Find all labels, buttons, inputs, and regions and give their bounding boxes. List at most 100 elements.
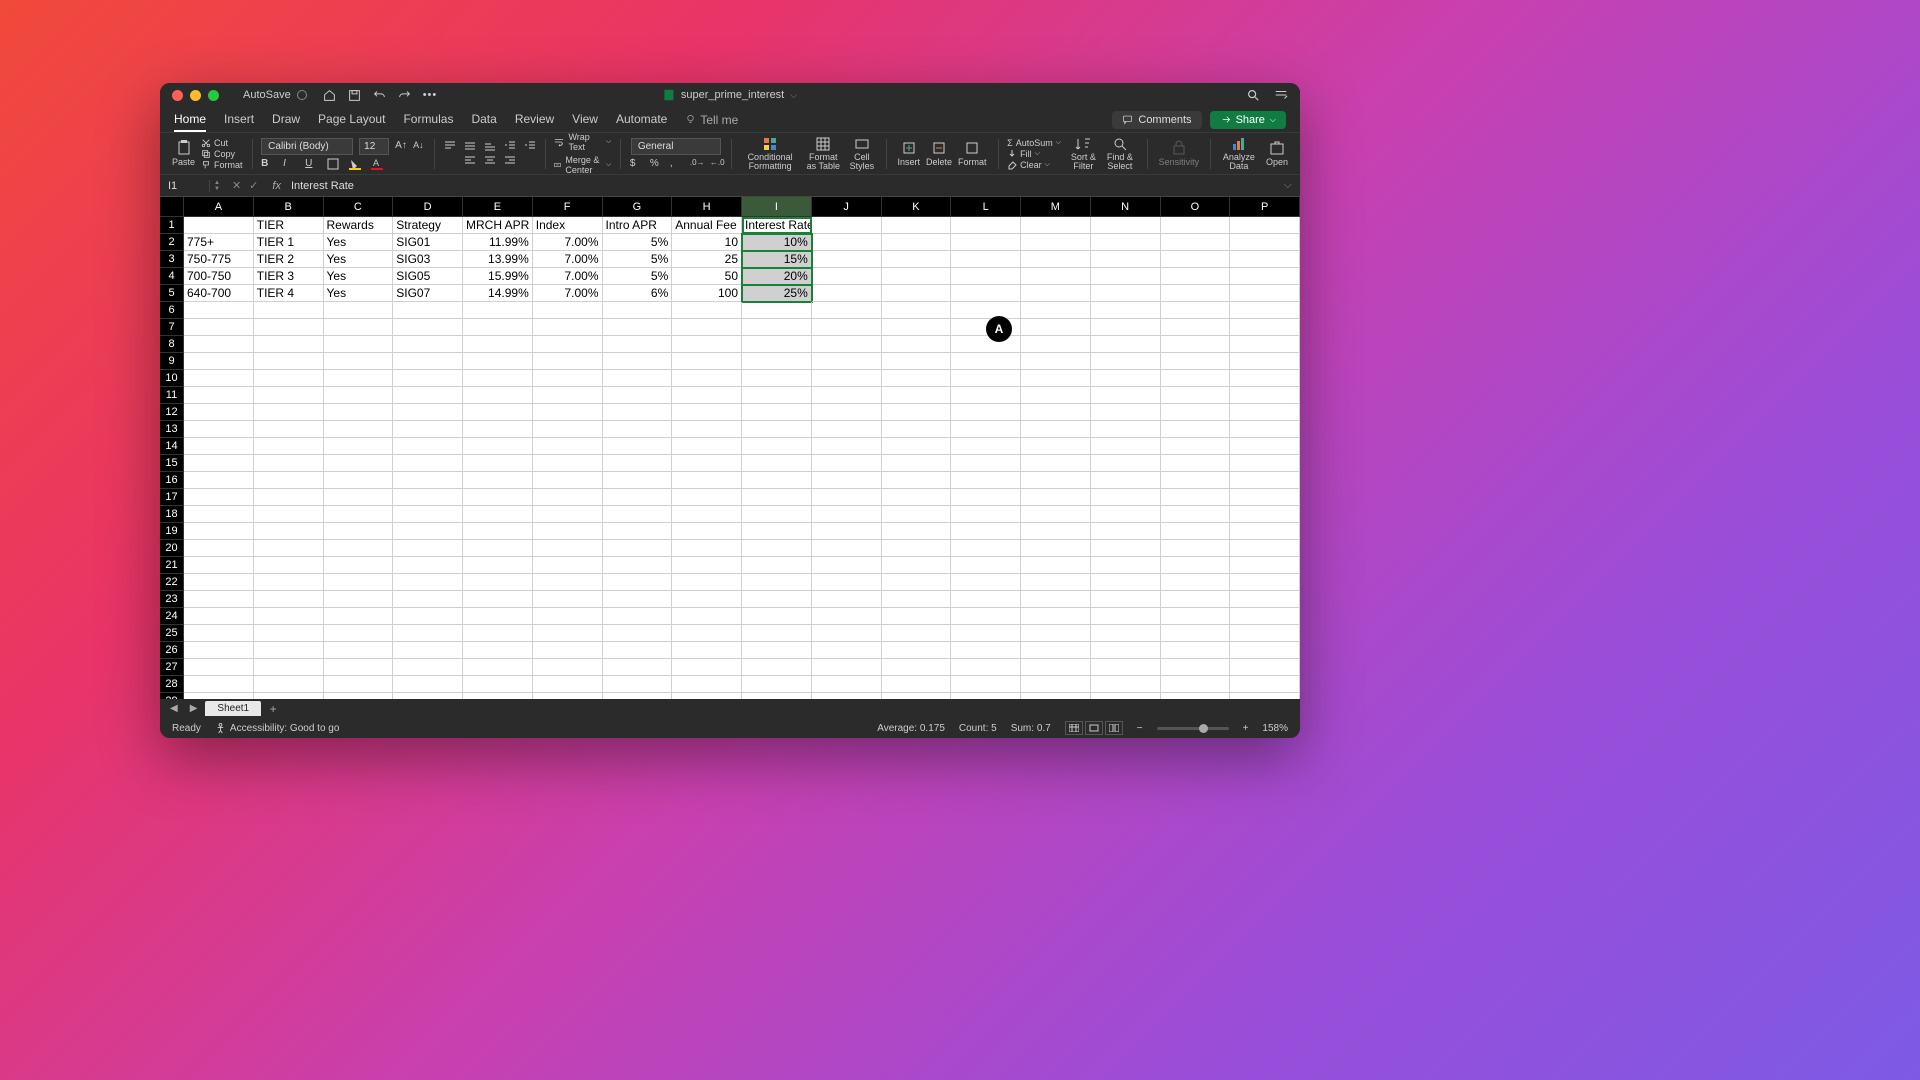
cell[interactable]: 5%	[603, 234, 673, 251]
cell[interactable]	[951, 234, 1021, 251]
cell[interactable]	[742, 319, 812, 336]
cell[interactable]	[1230, 523, 1300, 540]
cell[interactable]	[393, 625, 463, 642]
cell[interactable]	[1161, 659, 1231, 676]
cell[interactable]	[1091, 302, 1161, 319]
cell[interactable]: Annual Fee	[672, 217, 742, 234]
cell[interactable]	[324, 489, 394, 506]
cell[interactable]	[882, 642, 952, 659]
cell[interactable]	[742, 353, 812, 370]
cell[interactable]	[882, 574, 952, 591]
cell[interactable]	[324, 472, 394, 489]
cell[interactable]: 775+	[184, 234, 254, 251]
cell[interactable]	[1230, 421, 1300, 438]
cell[interactable]	[393, 591, 463, 608]
row-header[interactable]: 9	[160, 353, 184, 370]
cell[interactable]	[951, 336, 1021, 353]
cell[interactable]	[1161, 319, 1231, 336]
open-addins-button[interactable]: Open	[1264, 140, 1290, 167]
cell[interactable]	[1021, 591, 1091, 608]
cell[interactable]	[742, 489, 812, 506]
cell[interactable]	[1230, 336, 1300, 353]
cell[interactable]	[1230, 268, 1300, 285]
cell[interactable]	[184, 659, 254, 676]
cell[interactable]	[184, 387, 254, 404]
cell[interactable]	[1230, 404, 1300, 421]
cell[interactable]	[1091, 336, 1161, 353]
cell[interactable]	[812, 659, 882, 676]
cell[interactable]	[1161, 421, 1231, 438]
cell[interactable]	[1021, 234, 1091, 251]
cell[interactable]	[672, 574, 742, 591]
cell[interactable]	[603, 574, 673, 591]
cell[interactable]	[1161, 472, 1231, 489]
cell[interactable]	[254, 591, 324, 608]
cell[interactable]	[533, 319, 603, 336]
cell[interactable]	[463, 302, 533, 319]
cell[interactable]	[533, 676, 603, 693]
cell[interactable]	[951, 387, 1021, 404]
cell[interactable]: Interest Rate	[742, 217, 812, 234]
cell[interactable]	[1021, 387, 1091, 404]
page-layout-view-icon[interactable]	[1085, 721, 1103, 735]
insert-cells-button[interactable]: Insert	[895, 140, 922, 167]
cell[interactable]	[393, 574, 463, 591]
autosum-button[interactable]: ΣAutoSum⌵	[1007, 138, 1061, 148]
tab-home[interactable]: Home	[174, 108, 206, 132]
align-top-icon[interactable]	[444, 140, 456, 152]
tab-automate[interactable]: Automate	[616, 108, 667, 132]
cell[interactable]	[603, 336, 673, 353]
formula-input[interactable]: Interest Rate	[287, 180, 1276, 192]
cell[interactable]	[882, 506, 952, 523]
cell[interactable]	[533, 574, 603, 591]
cell[interactable]	[463, 319, 533, 336]
cell[interactable]	[672, 404, 742, 421]
cell[interactable]	[951, 285, 1021, 302]
cell[interactable]	[882, 557, 952, 574]
cell[interactable]: 100	[672, 285, 742, 302]
cell[interactable]	[1091, 489, 1161, 506]
tab-insert[interactable]: Insert	[224, 108, 254, 132]
row-header[interactable]: 12	[160, 404, 184, 421]
cell[interactable]	[254, 659, 324, 676]
cell[interactable]	[951, 557, 1021, 574]
cell[interactable]	[1230, 574, 1300, 591]
cell[interactable]	[882, 421, 952, 438]
cell[interactable]: SIG07	[393, 285, 463, 302]
cell[interactable]	[742, 472, 812, 489]
cell[interactable]	[533, 421, 603, 438]
cell[interactable]	[1021, 642, 1091, 659]
cell[interactable]	[1091, 472, 1161, 489]
undo-icon[interactable]	[373, 89, 386, 102]
cell[interactable]	[1091, 625, 1161, 642]
cell[interactable]	[951, 251, 1021, 268]
cell[interactable]	[672, 540, 742, 557]
cell[interactable]	[1091, 659, 1161, 676]
zoom-in-button[interactable]: +	[1243, 723, 1249, 734]
cell[interactable]	[1091, 234, 1161, 251]
cell[interactable]	[672, 506, 742, 523]
font-color-icon[interactable]: A	[371, 158, 383, 170]
cell[interactable]	[1161, 608, 1231, 625]
cell[interactable]	[1021, 676, 1091, 693]
cell[interactable]: Yes	[324, 251, 394, 268]
cell[interactable]	[603, 625, 673, 642]
cell[interactable]	[1091, 574, 1161, 591]
cell[interactable]	[533, 455, 603, 472]
cell[interactable]	[951, 574, 1021, 591]
cell[interactable]	[882, 319, 952, 336]
cell[interactable]	[533, 302, 603, 319]
cell[interactable]	[393, 642, 463, 659]
cell[interactable]	[812, 608, 882, 625]
cell[interactable]	[1161, 591, 1231, 608]
cell[interactable]	[324, 370, 394, 387]
col-header[interactable]: E	[463, 197, 533, 217]
cell[interactable]	[393, 472, 463, 489]
cell[interactable]	[812, 370, 882, 387]
cell[interactable]	[463, 387, 533, 404]
row-header[interactable]: 4	[160, 268, 184, 285]
cell[interactable]	[533, 642, 603, 659]
redo-icon[interactable]	[398, 89, 411, 102]
cell[interactable]	[1230, 625, 1300, 642]
cell[interactable]	[463, 591, 533, 608]
